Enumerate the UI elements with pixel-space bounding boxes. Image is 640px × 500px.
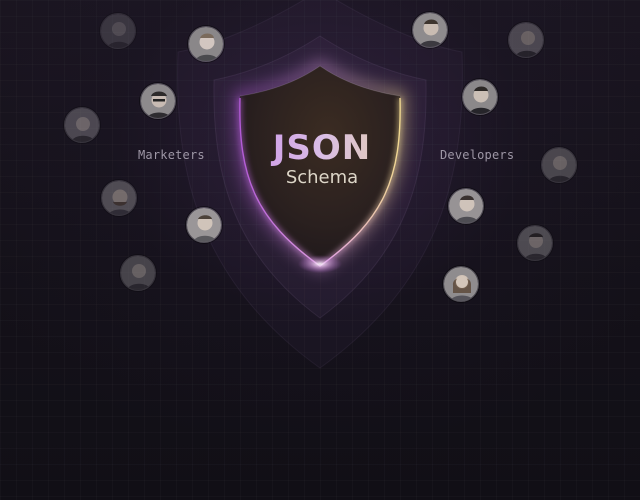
marketers-label: Marketers	[138, 148, 205, 162]
shield-title: JSON	[220, 128, 424, 168]
avatar	[508, 22, 544, 58]
avatar	[412, 12, 448, 48]
avatar	[541, 147, 577, 183]
avatar	[64, 107, 100, 143]
shield-subtitle: Schema	[285, 167, 359, 188]
avatar	[100, 13, 136, 49]
avatar	[186, 207, 222, 243]
avatar	[443, 266, 479, 302]
avatar	[517, 225, 553, 261]
avatar	[462, 79, 498, 115]
avatar	[448, 188, 484, 224]
avatar	[140, 83, 176, 119]
avatar	[101, 180, 137, 216]
hero-stage: JSON Schema Marketers Developers	[0, 0, 640, 500]
avatar	[120, 255, 156, 291]
developers-label: Developers	[440, 148, 515, 162]
avatar	[188, 26, 224, 62]
